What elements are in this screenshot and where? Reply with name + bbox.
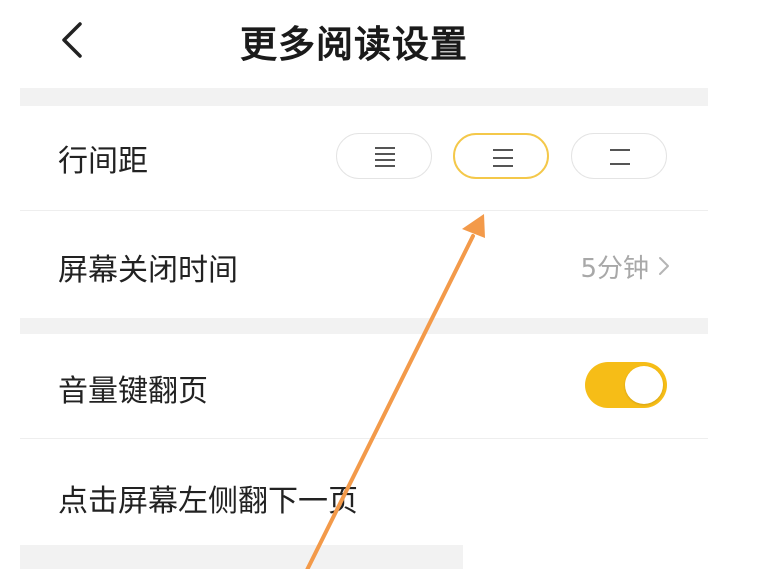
line-spacing-wide-option[interactable] — [571, 133, 667, 179]
tap-left-label: 点击屏幕左侧翻下一页 — [58, 484, 358, 519]
line-spacing-label: 行间距 — [58, 144, 148, 179]
header-bar: 更多阅读设置 — [0, 0, 708, 88]
chevron-right-icon — [659, 257, 669, 275]
volume-key-label: 音量键翻页 — [58, 374, 208, 409]
line-spacing-compact-option[interactable] — [336, 133, 432, 179]
section-gap — [20, 545, 463, 569]
line-spacing-wide-icon — [610, 149, 630, 165]
line-spacing-medium-option[interactable] — [453, 133, 549, 179]
section-gap — [20, 88, 708, 106]
back-button[interactable] — [52, 16, 92, 64]
page-title: 更多阅读设置 — [240, 23, 468, 66]
screen-timeout-label: 屏幕关闭时间 — [58, 253, 238, 288]
chevron-left-icon — [62, 22, 82, 58]
line-spacing-compact-icon — [375, 147, 395, 167]
volume-key-toggle[interactable] — [585, 362, 667, 408]
line-spacing-medium-icon — [493, 149, 513, 167]
section-gap — [20, 318, 708, 334]
toggle-knob — [625, 366, 663, 404]
screen-timeout-value: 5分钟 — [580, 254, 649, 284]
